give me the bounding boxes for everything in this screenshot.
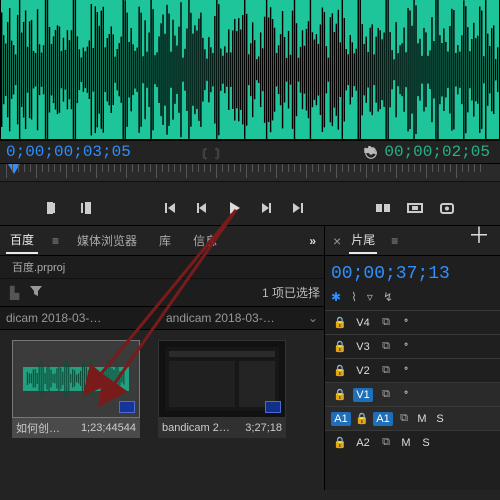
clip-thumb-video[interactable]: bandicam 2018-03-… 3;27;18 [158,340,286,438]
settings-icon[interactable]: ↯ [383,290,393,304]
tab-info[interactable]: 信息 [189,228,221,253]
toggle-output-icon[interactable]: ⧉ [379,340,393,353]
snap-icon[interactable]: ✱ [331,290,341,304]
track-headers: 🔒 V4 ⧉ ᐤ 🔒 V3 ⧉ ᐤ 🔒 V2 ⧉ ᐤ [325,310,500,490]
bracket-out-icon[interactable]: 〙 [215,145,227,162]
source-waveform[interactable] [0,0,500,140]
tab-media-browser[interactable]: 媒体浏览器 [73,228,141,253]
timeline-menu-icon[interactable]: ≡ [391,234,398,248]
timeline-timecode[interactable]: 00;00;37;13 [325,256,500,288]
settings-wrench-icon[interactable] [364,146,378,163]
step-fwd-button[interactable] [257,199,275,217]
insert-button[interactable] [374,199,392,217]
close-tab-icon[interactable]: × [333,233,341,249]
source-patch-a1[interactable]: A1 [331,412,351,426]
lock-icon[interactable]: 🔒 [355,412,369,425]
play-button[interactable] [225,199,243,217]
mark-out-button[interactable] [76,199,94,217]
track-name[interactable]: V1 [353,388,373,402]
project-tab-bar: 百度 ≡ 媒体浏览器 库 信息 » [0,226,324,256]
source-marker-icons: 〘 〙 [195,145,227,162]
audio-badge-icon [119,401,135,413]
tab-overflow-icon[interactable]: » [309,234,316,248]
thumb-name: bandicam 2018-03-… [162,422,234,434]
toggle-output-icon[interactable]: ⧉ [397,412,411,425]
track-name[interactable]: V2 [353,364,373,378]
mark-in-button[interactable] [44,199,62,217]
goto-out-button[interactable] [289,199,307,217]
project-toolbar: ▙ 1 项已选择 [0,278,324,306]
overwrite-button[interactable] [406,199,424,217]
eye-icon[interactable]: ᐤ [399,388,413,401]
track-row-v1[interactable]: 🔒 V1 ⧉ ᐤ [325,382,500,406]
button-editor-icon[interactable]: ＋ [468,218,490,250]
source-ruler[interactable] [0,164,500,182]
clip-header-2[interactable]: andicam 2018-03-… [160,311,302,325]
track-name[interactable]: V3 [353,340,373,354]
lock-icon[interactable]: 🔒 [333,316,347,329]
mute-button[interactable]: M [415,413,429,425]
thumb-duration: 3;27;18 [245,422,282,434]
track-row-v2[interactable]: 🔒 V2 ⧉ ᐤ [325,358,500,382]
lock-icon[interactable]: 🔒 [333,436,347,449]
project-filename: 百度.prproj [0,256,324,278]
toggle-output-icon[interactable]: ⧉ [379,316,393,329]
waveform-graphic [1,0,499,139]
track-row-v3[interactable]: 🔒 V3 ⧉ ᐤ [325,334,500,358]
mute-button[interactable]: M [399,437,413,449]
step-back-button[interactable] [193,199,211,217]
marker-add-icon[interactable]: ▿ [367,290,373,304]
lock-icon[interactable]: 🔒 [333,364,347,377]
track-row-a2[interactable]: 🔒 A2 ⧉ M S [325,430,500,454]
tab-project[interactable]: 百度 [6,227,38,254]
source-in-timecode: 0;00;00;03;05 [0,143,131,161]
transport-bar [0,190,500,226]
timeline-tool-icons: ✱ ⌇ ▿ ↯ [325,288,500,310]
sequence-tab[interactable]: 片尾 [349,227,377,254]
toggle-output-icon[interactable]: ⧉ [379,388,393,401]
source-timecode-bar: 0;00;00;03;05 〘 〙 00;00;02;05 [0,140,500,164]
video-badge-icon [265,401,281,413]
thumbnail-area: 如何创… 1;23;44544 bandicam 2018-03-… 3; [0,330,324,490]
export-frame-button[interactable] [438,199,456,217]
clip-header-1[interactable]: dicam 2018-03-… [0,311,160,325]
tab-libraries[interactable]: 库 [155,228,175,253]
selection-count: 1 项已选择 [262,284,320,301]
link-icon[interactable]: ⌇ [351,290,357,304]
track-row-a1[interactable]: A1 🔒 A1 ⧉ M S [325,406,500,430]
track-name[interactable]: A1 [373,412,393,426]
bin-back-icon[interactable]: ▙ [10,286,19,300]
source-duration-timecode: 00;00;02;05 [384,143,490,161]
eye-icon[interactable]: ᐤ [399,316,413,329]
project-panel: 百度 ≡ 媒体浏览器 库 信息 » 百度.prproj ▙ 1 项已选择 dic… [0,226,325,490]
toggle-output-icon[interactable]: ⧉ [379,364,393,377]
thumb-name: 如何创… [16,420,60,436]
filter-icon[interactable] [29,285,43,300]
clip-header-row: dicam 2018-03-… andicam 2018-03-… ⌄ [0,306,324,330]
solo-button[interactable]: S [419,437,433,449]
solo-button[interactable]: S [433,413,447,425]
track-name[interactable]: V4 [353,316,373,330]
bracket-in-icon[interactable]: 〘 [195,145,207,162]
tab-menu-icon[interactable]: ≡ [52,234,59,248]
track-name[interactable]: A2 [353,436,373,450]
track-row-v4[interactable]: 🔒 V4 ⧉ ᐤ [325,310,500,334]
clip-thumb-audio[interactable]: 如何创… 1;23;44544 [12,340,140,438]
clip-chevron-icon[interactable]: ⌄ [302,311,324,325]
thumb-duration: 1;23;44544 [81,422,136,434]
lock-icon[interactable]: 🔒 [333,340,347,353]
goto-in-button[interactable] [161,199,179,217]
eye-icon[interactable]: ᐤ [399,364,413,377]
eye-icon[interactable]: ᐤ [399,340,413,353]
timeline-panel: × 片尾 ≡ 00;00;37;13 ✱ ⌇ ▿ ↯ 🔒 V4 ⧉ ᐤ 🔒 [325,226,500,490]
toggle-output-icon[interactable]: ⧉ [379,436,393,449]
lock-icon[interactable]: 🔒 [333,388,347,401]
